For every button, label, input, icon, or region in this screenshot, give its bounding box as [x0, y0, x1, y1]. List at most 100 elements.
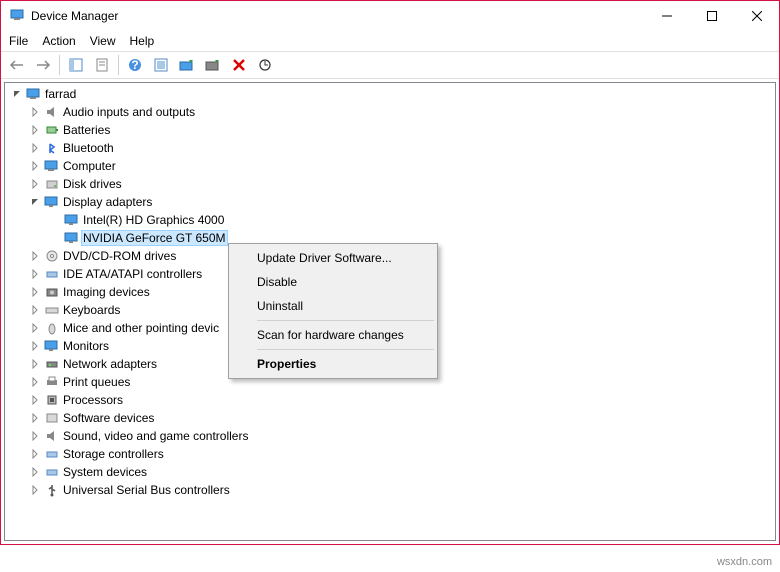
tree-node[interactable]: Software devices: [7, 409, 773, 427]
toolbar: ?: [1, 51, 779, 79]
tree-label: farrad: [43, 87, 78, 101]
toolbar-separator: [118, 55, 119, 75]
tree-label: Disk drives: [61, 177, 124, 191]
tree-node[interactable]: Audio inputs and outputs: [7, 103, 773, 121]
computer-icon: [25, 87, 43, 101]
menu-help[interactable]: Help: [130, 34, 155, 48]
menu-separator: [257, 320, 434, 321]
twisty-icon[interactable]: [27, 251, 43, 261]
device-category-icon: [43, 285, 61, 299]
twisty-icon[interactable]: [27, 467, 43, 477]
device-category-icon: [43, 393, 61, 407]
close-button[interactable]: [734, 2, 779, 31]
maximize-button[interactable]: [689, 2, 734, 31]
twisty-icon[interactable]: [27, 269, 43, 279]
context-menu-item[interactable]: Scan for hardware changes: [231, 323, 435, 347]
twisty-icon[interactable]: [27, 377, 43, 387]
help-button[interactable]: ?: [123, 53, 147, 77]
twisty-icon[interactable]: [27, 143, 43, 153]
tree-node[interactable]: Storage controllers: [7, 445, 773, 463]
minimize-button[interactable]: [644, 2, 689, 31]
tree-label: Keyboards: [61, 303, 122, 317]
tree-node[interactable]: Disk drives: [7, 175, 773, 193]
tree-node[interactable]: Universal Serial Bus controllers: [7, 481, 773, 499]
device-category-icon: [43, 159, 61, 173]
tree-label: Bluetooth: [61, 141, 116, 155]
tree-label: Processors: [61, 393, 125, 407]
twisty-icon[interactable]: [27, 431, 43, 441]
twisty-icon[interactable]: [27, 323, 43, 333]
tree-label: Display adapters: [61, 195, 154, 209]
tree-label: Universal Serial Bus controllers: [61, 483, 232, 497]
menu-separator: [257, 349, 434, 350]
device-category-icon: [43, 357, 61, 371]
uninstall-button[interactable]: [201, 53, 225, 77]
tree-label: System devices: [61, 465, 149, 479]
device-category-icon: [43, 339, 61, 353]
tree-label: Imaging devices: [61, 285, 152, 299]
tree-label: Batteries: [61, 123, 112, 137]
tree-label: Monitors: [61, 339, 111, 353]
tree-label: Storage controllers: [61, 447, 166, 461]
twisty-icon[interactable]: [27, 287, 43, 297]
tree-label: Print queues: [61, 375, 132, 389]
tree-label: IDE ATA/ATAPI controllers: [61, 267, 204, 281]
svg-text:?: ?: [131, 58, 138, 72]
update-driver-button[interactable]: [175, 53, 199, 77]
back-button[interactable]: [5, 53, 29, 77]
twisty-icon[interactable]: [9, 89, 25, 99]
device-category-icon: [43, 141, 61, 155]
tree-label: Software devices: [61, 411, 156, 425]
menu-view[interactable]: View: [90, 34, 116, 48]
device-category-icon: [43, 465, 61, 479]
app-icon: [9, 7, 25, 26]
show-hide-tree-button[interactable]: [64, 53, 88, 77]
window-title: Device Manager: [31, 9, 644, 23]
properties-button[interactable]: [90, 53, 114, 77]
twisty-icon[interactable]: [27, 161, 43, 171]
twisty-icon[interactable]: [27, 413, 43, 423]
twisty-icon[interactable]: [27, 341, 43, 351]
twisty-icon[interactable]: [27, 107, 43, 117]
action-button[interactable]: [149, 53, 173, 77]
device-category-icon: [43, 447, 61, 461]
display-adapter-icon: [63, 231, 81, 245]
menu-action[interactable]: Action: [42, 34, 75, 48]
tree-root[interactable]: farrad: [7, 85, 773, 103]
tree-node[interactable]: Batteries: [7, 121, 773, 139]
tree-leaf[interactable]: Intel(R) HD Graphics 4000: [7, 211, 773, 229]
device-category-icon: [43, 429, 61, 443]
twisty-icon[interactable]: [27, 359, 43, 369]
tree-node[interactable]: Bluetooth: [7, 139, 773, 157]
device-category-icon: [43, 321, 61, 335]
forward-button[interactable]: [31, 53, 55, 77]
device-category-icon: [43, 123, 61, 137]
twisty-icon[interactable]: [27, 395, 43, 405]
tree-node[interactable]: System devices: [7, 463, 773, 481]
context-menu-item[interactable]: Properties: [231, 352, 435, 376]
context-menu-item[interactable]: Uninstall: [231, 294, 435, 318]
menubar: File Action View Help: [1, 31, 779, 51]
context-menu-item[interactable]: Disable: [231, 270, 435, 294]
tree-node[interactable]: Processors: [7, 391, 773, 409]
device-category-icon: [43, 267, 61, 281]
context-menu-item[interactable]: Update Driver Software...: [231, 246, 435, 270]
twisty-icon[interactable]: [27, 197, 43, 207]
display-adapter-icon: [63, 213, 81, 227]
disable-button[interactable]: [227, 53, 251, 77]
twisty-icon[interactable]: [27, 179, 43, 189]
tree-node[interactable]: Sound, video and game controllers: [7, 427, 773, 445]
twisty-icon[interactable]: [27, 125, 43, 135]
tree-label: Computer: [61, 159, 118, 173]
tree-node[interactable]: Computer: [7, 157, 773, 175]
scan-hardware-button[interactable]: [253, 53, 277, 77]
twisty-icon[interactable]: [27, 485, 43, 495]
twisty-icon[interactable]: [27, 449, 43, 459]
tree-label: Sound, video and game controllers: [61, 429, 250, 443]
menu-file[interactable]: File: [9, 34, 28, 48]
watermark: wsxdn.com: [717, 556, 772, 568]
tree-node[interactable]: Display adapters: [7, 193, 773, 211]
device-category-icon: [43, 105, 61, 119]
twisty-icon[interactable]: [27, 305, 43, 315]
tree-label: Audio inputs and outputs: [61, 105, 197, 119]
